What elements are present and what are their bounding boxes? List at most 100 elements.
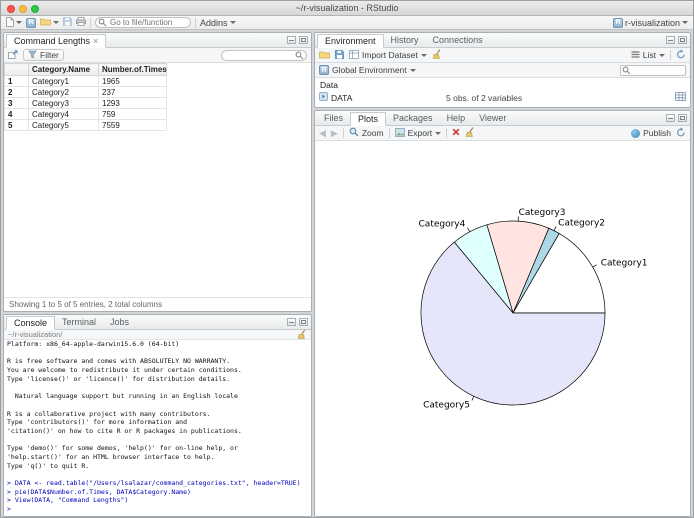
minimize-pane-icon[interactable] (666, 114, 675, 122)
chevron-down-icon (16, 21, 22, 24)
tab-history[interactable]: History (384, 33, 426, 47)
folder-icon (319, 50, 330, 61)
tab-viewer[interactable]: Viewer (472, 111, 513, 125)
folder-icon (40, 17, 51, 28)
tab-plots[interactable]: Plots (350, 112, 387, 126)
environment-object-row[interactable]: DATA 5 obs. of 2 variables (315, 91, 690, 104)
table-row[interactable]: 4 Category4 759 (4, 108, 167, 120)
table-grid-icon (349, 49, 359, 61)
tab-terminal[interactable]: Terminal (55, 315, 103, 329)
pie-label: Category5 (423, 401, 470, 411)
environment-pane: Environment History Connections Import D… (314, 32, 691, 108)
column-header-category-name[interactable]: Category.Name (28, 63, 99, 76)
tab-connections[interactable]: Connections (426, 33, 490, 47)
row-number-cell: 1 (4, 75, 29, 87)
expand-object-icon[interactable] (319, 92, 328, 103)
tab-jobs[interactable]: Jobs (103, 315, 136, 329)
tab-files[interactable]: Files (317, 111, 350, 125)
zoom-plot-button[interactable]: Zoom (349, 127, 384, 139)
tab-packages[interactable]: Packages (386, 111, 440, 125)
popout-viewer-button[interactable] (8, 49, 18, 61)
data-cell: Category2 (28, 86, 99, 98)
console-output-line: Type 'license()' or 'licence()' for dist… (7, 374, 231, 383)
publish-button[interactable]: Publish (631, 128, 671, 138)
refresh-plot-button[interactable] (676, 127, 686, 139)
data-viewer-body: Category.Name Number.of.Times 1 Category1… (4, 63, 311, 311)
load-workspace-button[interactable] (319, 50, 330, 61)
console-output-line: Type 'q()' to quit R. (7, 461, 90, 470)
row-number-cell: 4 (4, 108, 29, 120)
r-environment-icon: R (319, 65, 329, 75)
import-dataset-label: Import Dataset (362, 50, 418, 60)
project-menu-button[interactable]: R r-visualization (612, 17, 688, 28)
print-button[interactable] (76, 17, 86, 28)
plots-toolbar: ◀ ▶ Zoom Export Publish (315, 126, 690, 141)
close-tab-icon[interactable]: × (93, 36, 98, 46)
new-project-button[interactable]: R (26, 17, 36, 28)
console-output[interactable]: Platform: x86_64-apple-darwin15.6.0 (64-… (4, 340, 311, 516)
maximize-pane-icon[interactable] (299, 318, 308, 326)
pie-label: Category4 (419, 220, 466, 230)
maximize-pane-icon[interactable] (678, 36, 687, 44)
addins-label: Addins (200, 17, 228, 28)
console-tabbar: Console Terminal Jobs (4, 315, 311, 330)
data-viewer-tabbar: Command Lengths × (4, 33, 311, 48)
save-workspace-button[interactable] (334, 49, 344, 61)
save-button[interactable] (62, 17, 72, 28)
tab-label: Command Lengths (14, 36, 91, 46)
refresh-icon (676, 127, 686, 139)
clear-environment-button[interactable] (432, 49, 442, 61)
close-window-button[interactable] (7, 4, 15, 13)
table-row[interactable]: 5 Category5 7559 (4, 119, 167, 131)
data-cell: Category5 (28, 119, 99, 131)
minimize-pane-icon[interactable] (666, 36, 675, 44)
open-file-button[interactable] (40, 17, 59, 28)
data-cell: Category4 (28, 108, 99, 120)
data-cell: 1293 (98, 97, 167, 109)
search-icon (98, 18, 107, 29)
goto-file-input[interactable] (95, 17, 191, 28)
clear-all-plots-button[interactable] (465, 127, 475, 139)
tab-command-lengths[interactable]: Command Lengths × (6, 34, 107, 48)
project-name-label: r-visualization (624, 17, 680, 28)
table-row[interactable]: 3 Category3 1293 (4, 97, 167, 109)
pie-label: Category3 (519, 208, 566, 218)
previous-plot-button[interactable]: ◀ (319, 128, 326, 138)
filter-button[interactable]: Filter (23, 49, 64, 61)
minimize-window-button[interactable] (19, 4, 27, 13)
tab-environment[interactable]: Environment (317, 34, 384, 48)
column-header-number-of-times[interactable]: Number.of.Times (98, 63, 167, 76)
goto-file-search (95, 17, 191, 28)
refresh-environment-button[interactable] (676, 49, 686, 61)
list-view-button[interactable]: List (631, 50, 665, 61)
import-dataset-button[interactable]: Import Dataset (349, 49, 427, 61)
refresh-icon (676, 49, 686, 61)
clear-console-button[interactable] (297, 328, 307, 341)
tab-console[interactable]: Console (6, 316, 56, 330)
environment-scope-bar: R Global Environment (315, 63, 690, 78)
pie-label: Category1 (601, 258, 648, 268)
maximize-pane-icon[interactable] (678, 114, 687, 122)
filter-label: Filter (40, 50, 59, 60)
broom-icon (465, 127, 475, 139)
new-file-button[interactable] (6, 16, 22, 29)
addins-button[interactable]: Addins (200, 18, 236, 28)
table-row[interactable]: 1 Category1 1965 (4, 75, 167, 87)
tab-help[interactable]: Help (440, 111, 473, 125)
remove-plot-button[interactable] (452, 128, 460, 138)
minimize-pane-icon[interactable] (287, 318, 296, 326)
zoom-window-button[interactable] (31, 4, 39, 13)
project-cube-icon: R (26, 17, 36, 28)
data-cell: Category1 (28, 75, 99, 87)
table-row[interactable]: 2 Category2 237 (4, 86, 167, 98)
export-plot-button[interactable]: Export (394, 127, 442, 139)
minimize-pane-icon[interactable] (287, 36, 296, 44)
view-data-grid-icon[interactable] (675, 92, 686, 103)
next-plot-button[interactable]: ▶ (331, 128, 338, 138)
maximize-pane-icon[interactable] (299, 36, 308, 44)
chevron-down-icon (659, 53, 665, 57)
global-environment-dropdown[interactable]: R Global Environment (319, 65, 416, 75)
